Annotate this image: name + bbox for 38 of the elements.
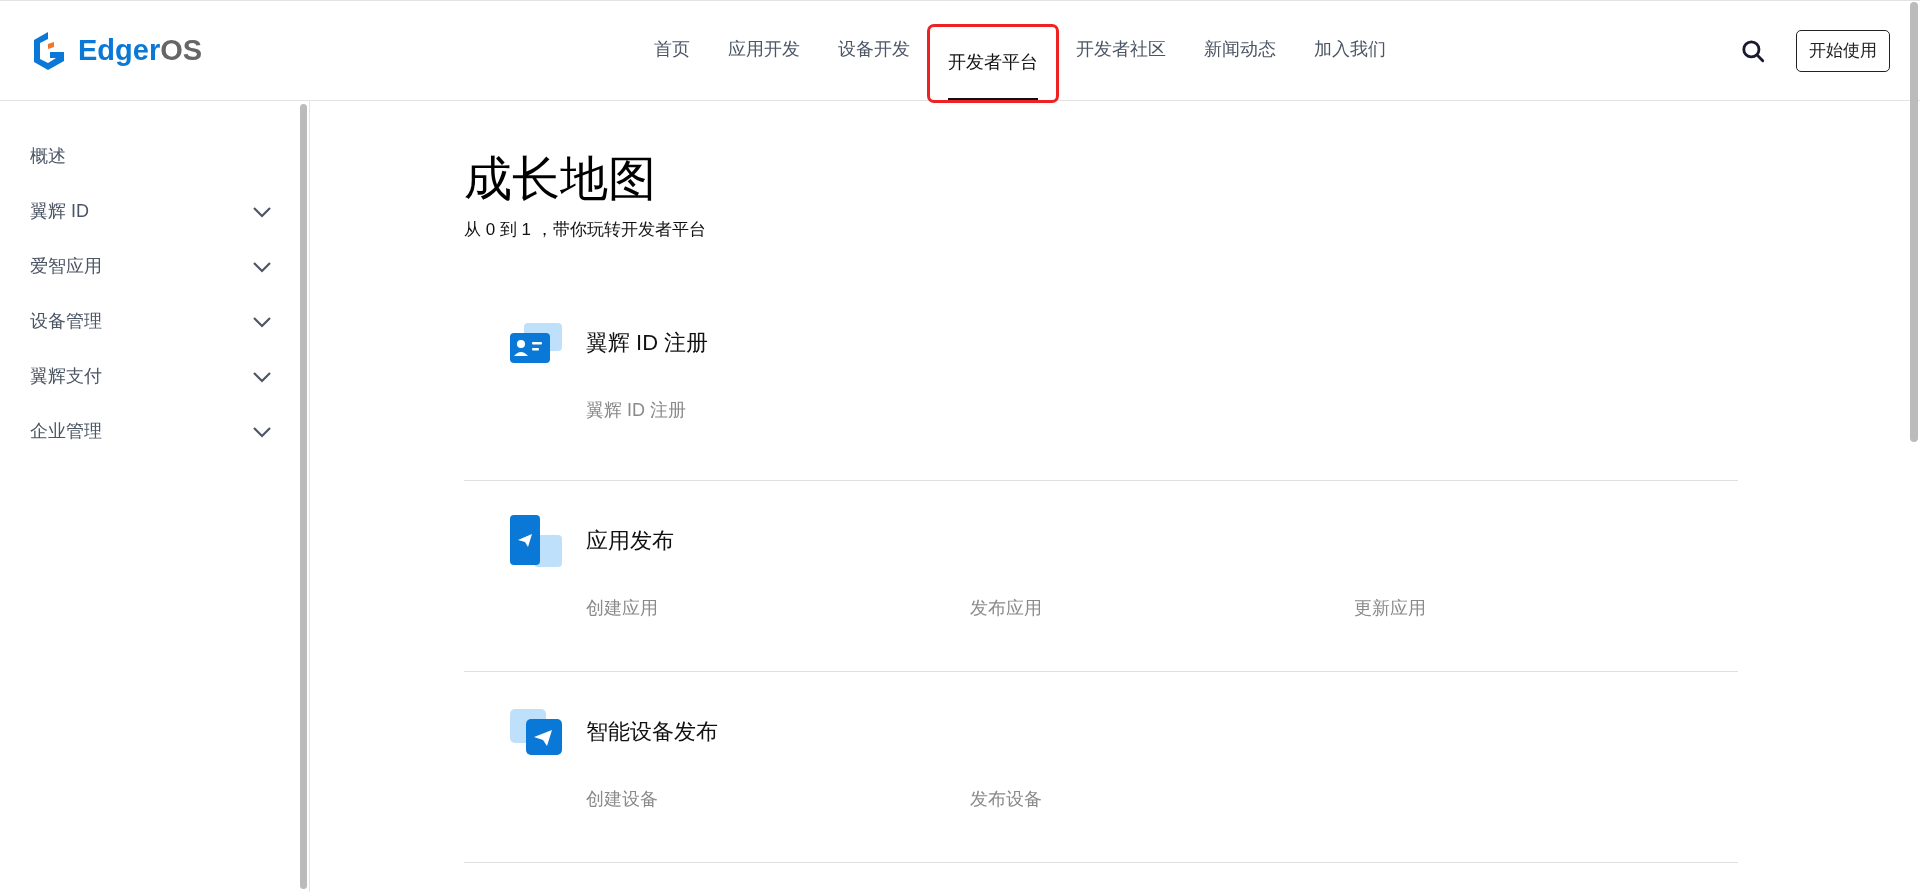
scrollbar[interactable] bbox=[300, 104, 307, 889]
id-card-icon bbox=[510, 322, 562, 363]
nav-tab[interactable]: 设备开发 bbox=[838, 1, 910, 100]
logo[interactable]: EdgerOS bbox=[30, 29, 330, 72]
sidebar-item[interactable]: 企业管理 bbox=[30, 404, 272, 459]
paper-plane-icon bbox=[510, 708, 562, 755]
sidebar-item-label: 翼辉 ID bbox=[30, 200, 89, 223]
logo-text: EdgerOS bbox=[78, 36, 203, 65]
page-subtitle: 从 0 到 1 ，带你玩转开发者平台 bbox=[464, 219, 707, 241]
section-title: 应用发布 bbox=[586, 527, 674, 555]
nav-tab[interactable]: 应用开发 bbox=[728, 1, 800, 100]
nav-tab[interactable]: 新闻动态 bbox=[1204, 1, 1276, 100]
sidebar-item[interactable]: 设备管理 bbox=[30, 294, 272, 349]
sidebar-item[interactable]: 概述 bbox=[30, 129, 272, 184]
nav-tab[interactable]: 开发者平台 bbox=[948, 27, 1038, 100]
sidebar-item-label: 爱智应用 bbox=[30, 255, 102, 278]
start-button[interactable]: 开始使用 bbox=[1796, 29, 1890, 72]
nav-tab[interactable]: 首页 bbox=[654, 1, 690, 100]
sidebar-item[interactable]: 翼辉支付 bbox=[30, 349, 272, 404]
section-link[interactable]: 创建设备 bbox=[586, 785, 970, 813]
section-title: 翼辉 ID 注册 bbox=[586, 329, 709, 357]
section-link[interactable]: 发布设备 bbox=[970, 785, 1354, 813]
sidebar-item[interactable]: 翼辉 ID bbox=[30, 184, 272, 239]
page-scrollbar[interactable] bbox=[1910, 2, 1918, 442]
nav-tab[interactable]: 加入我们 bbox=[1314, 1, 1386, 100]
sidebar-item-label: 企业管理 bbox=[30, 420, 102, 443]
section-title: 智能设备发布 bbox=[586, 718, 718, 746]
nav-tab[interactable]: 开发者社区 bbox=[1076, 1, 1166, 100]
section-link[interactable]: 翼辉 ID 注册 bbox=[586, 396, 970, 424]
page-title: 成长地图 bbox=[464, 151, 657, 207]
search-icon[interactable] bbox=[1740, 37, 1766, 64]
paper-plane-icon bbox=[510, 514, 562, 567]
sidebar-item-label: 概述 bbox=[30, 145, 66, 168]
sidebar-item-label: 翼辉支付 bbox=[30, 365, 102, 388]
sidebar-item[interactable]: 爱智应用 bbox=[30, 239, 272, 294]
section-link[interactable]: 更新应用 bbox=[1354, 594, 1738, 622]
section-link[interactable]: 发布应用 bbox=[970, 594, 1354, 622]
sidebar-item-label: 设备管理 bbox=[30, 310, 102, 333]
